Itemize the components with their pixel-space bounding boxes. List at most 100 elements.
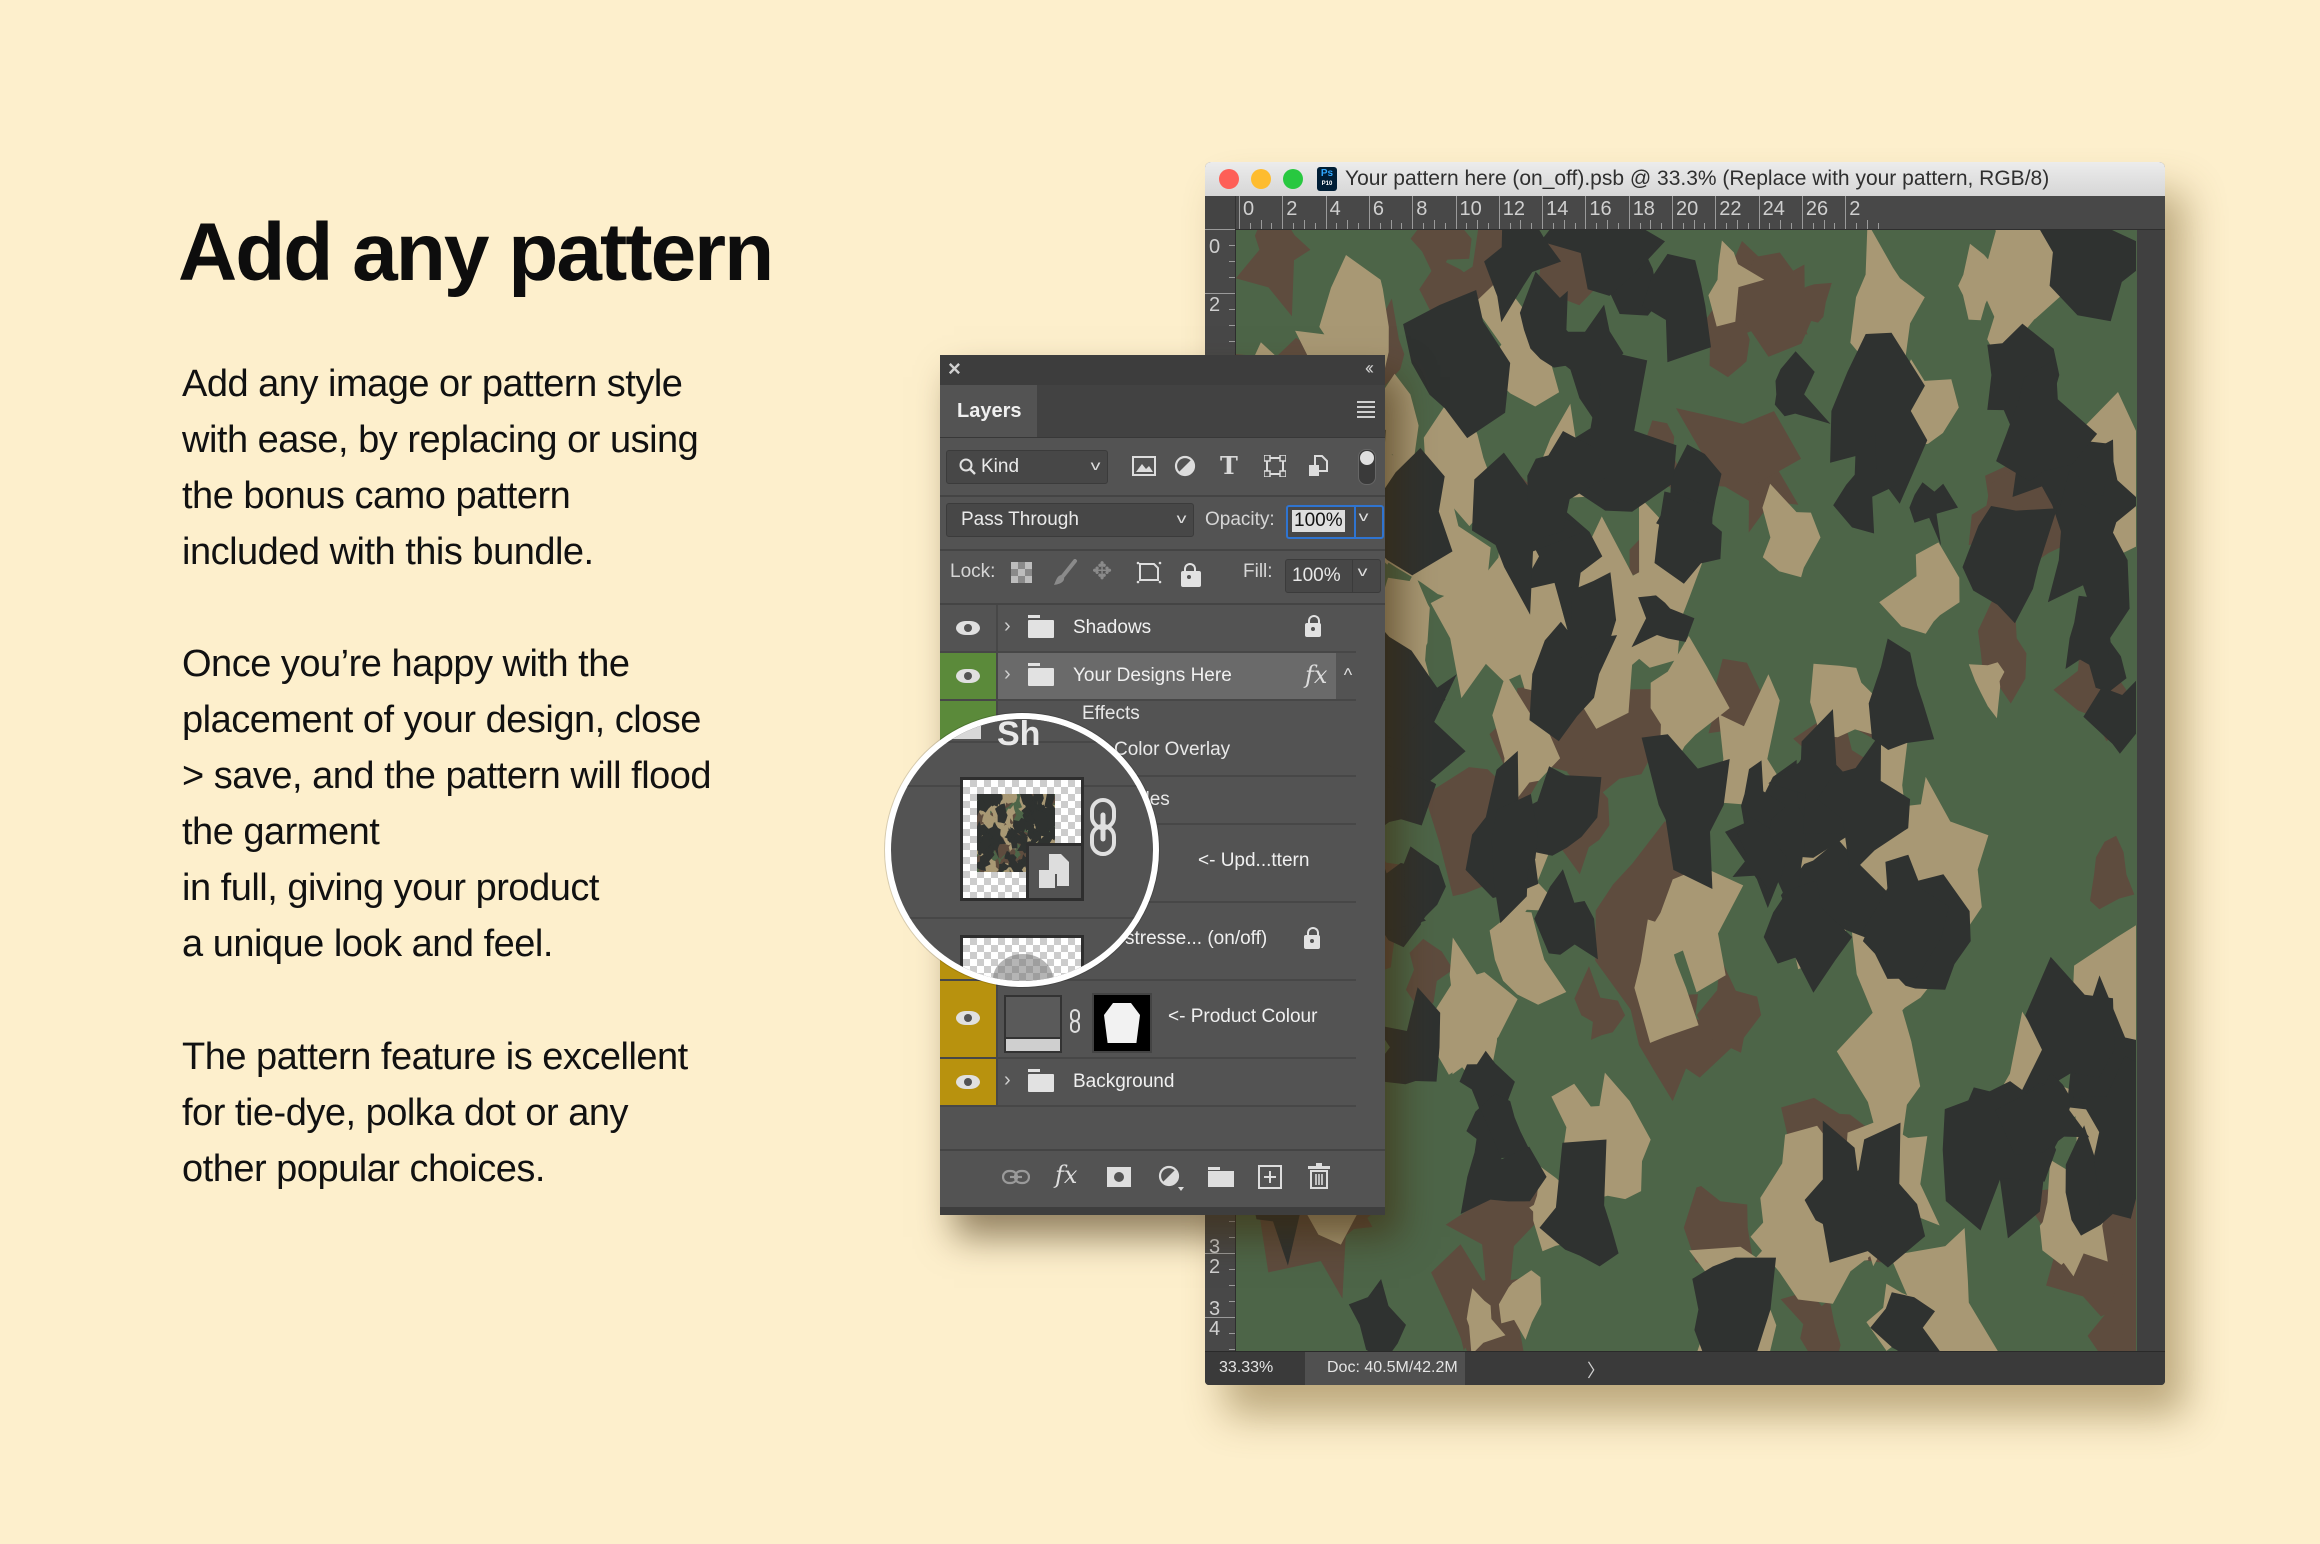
lock-position-move-icon[interactable]: ✥ xyxy=(1092,557,1112,586)
new-adjustment-layer-icon[interactable] xyxy=(1158,1165,1184,1191)
zoom-level[interactable]: 33.33% xyxy=(1219,1359,1273,1377)
paragraph-pattern-uses: The pattern feature is excellent for tie… xyxy=(182,1036,688,1190)
delete-layer-trash-icon[interactable] xyxy=(1308,1163,1330,1189)
lock-image-pixels-brush-icon[interactable] xyxy=(1053,559,1079,587)
close-window-button[interactable] xyxy=(1219,169,1239,189)
ruler-major-tick xyxy=(1239,196,1240,229)
expand-chevron-icon[interactable]: › xyxy=(1004,663,1011,686)
layer-fx-icon[interactable]: fx xyxy=(1305,661,1327,689)
opacity-dropdown-icon[interactable]: v xyxy=(1359,508,1369,524)
ruler-minor-tick xyxy=(1520,220,1522,229)
link-layers-icon[interactable] xyxy=(1002,1169,1030,1185)
ruler-minor-tick xyxy=(1229,261,1235,262)
ps-badge-sub: P10 xyxy=(1321,181,1333,187)
window-titlebar[interactable]: Ps P10 Your pattern here (on_off).psb @ 3… xyxy=(1205,162,2165,197)
close-panel-icon[interactable]: × xyxy=(948,356,961,382)
ruler-minor-tick xyxy=(1552,223,1554,229)
ruler-major-tick xyxy=(1801,196,1803,229)
layer-link-icon[interactable] xyxy=(1088,797,1118,857)
ruler-major-tick xyxy=(1282,196,1284,229)
chevron-down-icon: v xyxy=(1176,510,1187,526)
doc-size-info[interactable]: Doc: 40.5M/42.2M xyxy=(1305,1352,1465,1385)
blend-mode-value: Pass Through xyxy=(961,509,1079,530)
expand-chevron-icon[interactable]: › xyxy=(1004,1069,1011,1092)
layer-row-product-colour[interactable]: <- Product Colour xyxy=(940,981,1356,1059)
add-layer-style-fx-icon[interactable]: fx xyxy=(1055,1161,1077,1189)
ruler-label: 0 xyxy=(1209,236,1221,258)
add-mask-icon[interactable] xyxy=(1107,1167,1131,1187)
lock-artboard-icon[interactable] xyxy=(1136,560,1162,584)
panel-resize-grip[interactable] xyxy=(940,1207,1385,1215)
eye-icon[interactable] xyxy=(956,1075,980,1089)
smart-object-thumbnail[interactable] xyxy=(960,777,1084,901)
blend-mode-select[interactable]: Pass Through v xyxy=(946,503,1194,537)
tab-layers[interactable]: Layers xyxy=(940,385,1037,437)
visibility-cell[interactable] xyxy=(940,653,998,699)
layers-action-bar: fx xyxy=(940,1149,1385,1207)
type-filter-icon[interactable]: T xyxy=(1220,451,1238,480)
fill-field[interactable]: 100% v xyxy=(1285,559,1381,593)
smart-object-filter-icon[interactable] xyxy=(1308,455,1328,477)
eye-icon[interactable] xyxy=(956,669,980,683)
product-mask-thumbnail[interactable] xyxy=(1092,993,1152,1053)
layer-name: Background xyxy=(1073,1071,1175,1092)
horizontal-ruler[interactable]: 0 2 4 6 8 10 12 14 16 18 20 22 24 26 2 xyxy=(1205,196,2165,230)
ruler-major-tick xyxy=(1585,196,1587,229)
ruler-minor-tick xyxy=(1607,220,1609,229)
opacity-field[interactable]: 100% v xyxy=(1286,505,1384,539)
ruler-minor-tick xyxy=(1205,1317,1235,1318)
new-group-folder-icon[interactable] xyxy=(1208,1167,1234,1187)
fill-value[interactable]: 100% xyxy=(1292,565,1341,587)
link-icon[interactable] xyxy=(1068,1009,1082,1033)
fill-label: Fill: xyxy=(1243,561,1273,582)
layer-row-your-designs-here[interactable]: › Your Designs Here fx ^ xyxy=(940,653,1360,701)
layer-row-shadows[interactable]: › Shadows xyxy=(940,605,1356,653)
opacity-label: Opacity: xyxy=(1205,509,1275,530)
ruler-minor-tick xyxy=(1433,220,1435,229)
lock-all-icon[interactable] xyxy=(1181,563,1201,587)
image-filter-icon[interactable] xyxy=(1132,456,1156,476)
ps-badge-text: Ps xyxy=(1320,168,1334,179)
collapse-panel-icon[interactable]: ‹‹ xyxy=(1365,358,1374,379)
panel-menu-icon[interactable] xyxy=(1357,401,1375,421)
ruler-minor-tick xyxy=(1639,223,1641,229)
eye-icon[interactable] xyxy=(956,1011,980,1025)
ruler-minor-tick xyxy=(1229,277,1235,278)
eye-icon[interactable] xyxy=(956,621,980,635)
new-layer-icon[interactable] xyxy=(1258,1165,1282,1189)
ruler-label: 0 xyxy=(1243,198,1255,220)
toggle-knob xyxy=(1360,451,1374,465)
opacity-value[interactable]: 100% xyxy=(1292,510,1345,532)
visibility-cell[interactable] xyxy=(940,605,998,651)
layer-row-background[interactable]: › Background xyxy=(940,1059,1356,1107)
shape-filter-icon[interactable] xyxy=(1264,455,1286,477)
layer-lock-icon xyxy=(1304,927,1320,949)
lock-transparent-pixels-icon[interactable] xyxy=(1011,562,1032,583)
status-menu-arrow-icon[interactable]: 〉 xyxy=(1587,1357,1605,1383)
zoom-window-button[interactable] xyxy=(1283,169,1303,189)
fill-dropdown-icon[interactable]: v xyxy=(1358,563,1368,579)
collapse-effects-icon[interactable]: ^ xyxy=(1336,653,1360,699)
levels-adjustment-thumbnail[interactable] xyxy=(1004,995,1062,1053)
visibility-cell[interactable] xyxy=(940,1059,998,1105)
distressed-layer-thumbnail[interactable] xyxy=(960,935,1084,981)
ruler-label: 16 xyxy=(1589,198,1612,220)
visibility-cell[interactable] xyxy=(940,981,998,1057)
panel-header-bar[interactable]: × ‹‹ xyxy=(940,355,1385,385)
adjustment-filter-icon[interactable] xyxy=(1174,455,1196,477)
minimize-window-button[interactable] xyxy=(1251,169,1271,189)
ruler-minor-tick xyxy=(1509,223,1511,229)
ruler-minor-tick xyxy=(1487,223,1489,229)
filter-kind-select[interactable]: Kind v xyxy=(946,450,1108,484)
ruler-origin[interactable] xyxy=(1205,196,1236,229)
folder-icon xyxy=(1028,1069,1054,1092)
paragraph-save-instructions: Once you’re happy with the placement of … xyxy=(182,643,712,965)
ruler-minor-tick xyxy=(1205,1253,1235,1254)
expand-chevron-icon[interactable]: › xyxy=(1004,615,1011,638)
ruler-label: 2 xyxy=(1209,294,1221,316)
folder-icon xyxy=(1028,615,1054,638)
search-icon xyxy=(959,458,976,475)
vertical-scrollbar[interactable] xyxy=(2137,230,2165,1351)
filter-toggle-switch[interactable] xyxy=(1358,449,1376,485)
filter-kind-label: Kind xyxy=(981,456,1020,477)
